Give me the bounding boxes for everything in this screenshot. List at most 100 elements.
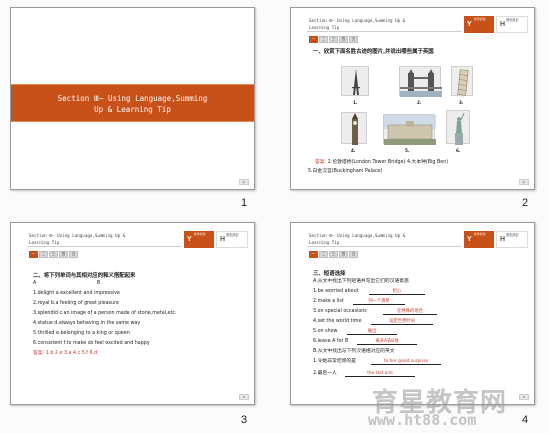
phrase-6-answer: 离开A去B地 xyxy=(357,339,417,345)
slide-title-line-1: Section Ⅲ— Using Language,Summing xyxy=(57,94,208,103)
leaning-tower-icon xyxy=(457,69,469,96)
b-item-2-answer: the last one xyxy=(345,371,415,377)
slide-thumbnail-4[interactable]: Section Ⅲ— Using Language,Summing Up & L… xyxy=(290,222,535,405)
answer-line-2: 5.白金汉宫(Buckingham Palace) xyxy=(308,169,383,174)
photo-label-6: 6. xyxy=(456,148,461,153)
header-line-1: Section Ⅲ— Using Language,Summing Up & xyxy=(309,18,406,23)
tower-bridge-icon xyxy=(400,69,442,97)
match-item-5: 5.thrilled e.belonging to a king or quee… xyxy=(33,331,130,336)
slide-thumbnail-3[interactable]: Section Ⅲ— Using Language,Summing Up & L… xyxy=(10,222,255,405)
logo-letter: H xyxy=(220,236,226,243)
photo-label-2: 2. xyxy=(417,100,422,105)
logo-letter: Y xyxy=(467,21,472,28)
logo-subtext: 優化設計 xyxy=(506,18,519,22)
match-item-3: 3.splendid c.an image of a person made o… xyxy=(33,311,177,316)
tab-1[interactable]: 一 xyxy=(29,251,38,258)
match-item-4: 4.statue d.always behaving in the same w… xyxy=(33,321,141,326)
phrase-3: 3.on special occasions xyxy=(313,309,367,314)
header-line-2: Learning Tip xyxy=(309,25,340,30)
eiffel-tower-icon xyxy=(352,69,360,95)
tab-4[interactable]: 四 xyxy=(339,251,348,258)
header-divider xyxy=(307,246,462,247)
tab-3[interactable]: 三 xyxy=(329,251,338,258)
watermark-url: www.ht88.com xyxy=(368,411,477,429)
tab-2[interactable]: 二 xyxy=(39,251,48,258)
b-item-1: 1.令她非常吃惊的是 xyxy=(313,359,356,364)
tab-5[interactable]: 五 xyxy=(349,36,358,43)
tab-3[interactable]: 三 xyxy=(49,251,58,258)
section-tabs: 一 二 三 四 五 xyxy=(309,36,358,43)
tab-1[interactable]: 一 xyxy=(309,36,318,43)
header-divider xyxy=(27,246,182,247)
phrase-5: 5.on show xyxy=(313,329,338,334)
phrase-2-answer: 列一个清单 xyxy=(353,299,405,305)
section-tabs: 一 二 三 四 五 xyxy=(29,251,78,258)
b-item-2: 2.最后一人 xyxy=(313,371,337,376)
header-line-1: Section Ⅲ— Using Language,Summing Up & xyxy=(29,233,126,238)
brand-logo-secondary: H優化設計 xyxy=(496,231,528,248)
slide-thumbnail-2[interactable]: Section Ⅲ— Using Language,Summing Up & L… xyxy=(290,7,535,190)
phrase-2: 2.make a list xyxy=(313,299,344,304)
tab-5[interactable]: 五 xyxy=(69,251,78,258)
phrase-3-answer: 在特殊的场合 xyxy=(383,309,437,315)
logo-subtext: 優化設計 xyxy=(226,233,239,237)
brand-logo-secondary: H優化設計 xyxy=(496,16,528,33)
tab-4[interactable]: 四 xyxy=(59,251,68,258)
phrase-4: 4.set the world time xyxy=(313,319,362,324)
slide-title-line-2: Up & Learning Tip xyxy=(94,105,171,114)
landmark-photo-4 xyxy=(341,112,367,145)
slide-title-banner: Section Ⅲ— Using Language,Summing Up & L… xyxy=(11,84,254,122)
page-nav-icon[interactable]: ▸ xyxy=(239,179,249,185)
brand-logo-secondary: H優化設計 xyxy=(216,231,248,248)
logo-letter: Y xyxy=(467,236,472,243)
part-b-instruction: B.从文中找出与下列汉语相对应的英文 xyxy=(313,349,395,354)
phrase-6: 6.leave A for B xyxy=(313,339,349,344)
page-nav-icon[interactable]: ▸ xyxy=(239,394,249,400)
tab-1[interactable]: 一 xyxy=(309,251,318,258)
brand-logo-primary: Y志鸿优化 xyxy=(184,231,214,248)
phrase-1-answer: 担心 xyxy=(369,289,425,295)
phrase-5-answer: 展出 xyxy=(347,329,397,335)
match-item-6: 6.consistent f.to make sb feel excited a… xyxy=(33,341,150,346)
landmark-photo-6 xyxy=(446,110,470,145)
logo-subtext: 志鸿优化 xyxy=(473,232,486,236)
phrase-4-answer: 设定世界时间 xyxy=(371,319,433,325)
exercise-heading: 二、将下列单词与其相对应的释义搭配起来 xyxy=(33,273,136,279)
tab-2[interactable]: 二 xyxy=(319,251,328,258)
header-line-1: Section Ⅲ— Using Language,Summing Up & xyxy=(309,233,406,238)
page-nav-icon[interactable]: ▸ xyxy=(519,179,529,185)
column-a-label: A xyxy=(33,281,37,286)
answer-line: 答案: 1.b 2.e 3.a 4.c 5.f 6.d xyxy=(33,351,97,357)
answer-label: 答案: xyxy=(315,160,327,165)
landmark-photo-5 xyxy=(383,114,436,145)
logo-letter: H xyxy=(500,236,506,243)
photo-label-5: 5. xyxy=(405,148,410,153)
slide-number-1: 1 xyxy=(241,197,248,209)
answer-line-1: 答案: 2.伦敦塔桥(London Tower Bridge) 4.大本钟(Bi… xyxy=(315,160,448,166)
logo-letter: H xyxy=(500,21,506,28)
header-line-2: Learning Tip xyxy=(309,240,340,245)
logo-subtext: 志鸿优化 xyxy=(193,232,206,236)
answer-label: 答案: xyxy=(33,351,45,356)
statue-of-liberty-icon xyxy=(455,112,465,145)
tab-3[interactable]: 三 xyxy=(329,36,338,43)
tab-2[interactable]: 二 xyxy=(319,36,328,43)
b-item-1-answer: to her great surprise xyxy=(371,359,441,365)
tab-5[interactable]: 五 xyxy=(349,251,358,258)
part-a-instruction: A.从文中找出下列短语并写出它们的汉语意思 xyxy=(313,279,409,284)
slide-header: Section Ⅲ— Using Language,Summing Up & L… xyxy=(309,17,429,31)
tab-4[interactable]: 四 xyxy=(339,36,348,43)
column-b-label: B xyxy=(97,281,101,286)
slide-header: Section Ⅲ— Using Language,Summing Up & L… xyxy=(309,232,429,246)
buckingham-palace-icon xyxy=(384,115,436,145)
answer-text: 1.b 2.e 3.a 4.c 5.f 6.d xyxy=(45,351,98,356)
header-line-2: Learning Tip xyxy=(29,240,60,245)
exercise-heading: 一、欣赏下面名胜古迹的图片,并说出哪些属于英国 xyxy=(313,49,434,55)
brand-logo-primary: Y志鸿优化 xyxy=(464,16,494,33)
slide-thumbnail-1[interactable]: Section Ⅲ— Using Language,Summing Up & L… xyxy=(10,7,255,190)
page-nav-icon[interactable]: ▸ xyxy=(519,394,529,400)
slide-sorter-pane: Section Ⅲ— Using Language,Summing Up & L… xyxy=(0,0,550,433)
answer-text-1: 2.伦敦塔桥(London Tower Bridge) 4.大本钟(Big Be… xyxy=(327,160,449,165)
logo-subtext: 志鸿优化 xyxy=(473,17,486,21)
big-ben-icon xyxy=(352,113,358,145)
